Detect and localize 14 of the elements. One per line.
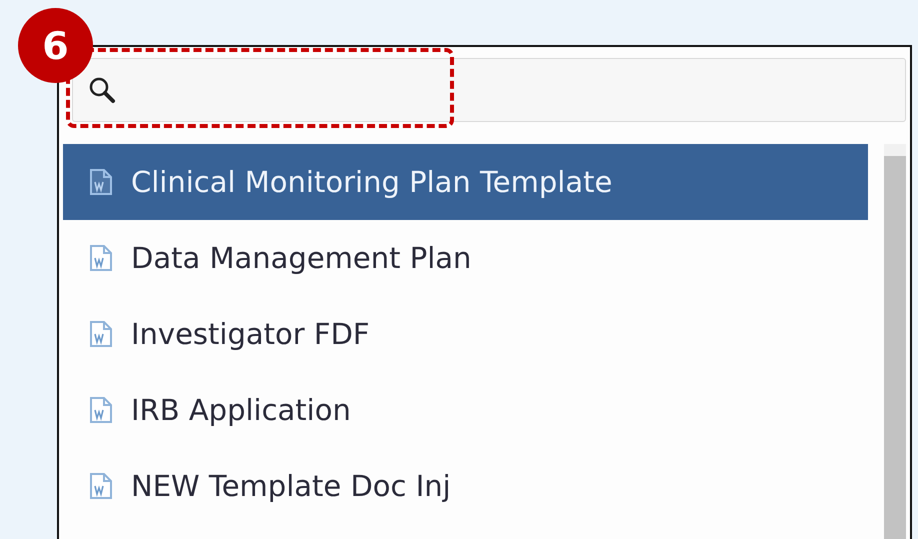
word-document-icon (89, 320, 113, 348)
template-list-item[interactable]: IRB Application (63, 372, 868, 448)
word-document-icon (89, 244, 113, 272)
template-list-item[interactable]: Investigator FDF (63, 296, 868, 372)
word-document-icon (89, 396, 113, 424)
search-field[interactable] (72, 58, 906, 122)
template-list-item[interactable]: Data Management Plan (63, 220, 868, 296)
template-list-item[interactable]: NEW Template Doc Inj (63, 448, 868, 524)
template-list-item[interactable]: Clinical Monitoring Plan Template (63, 144, 868, 220)
step-badge: 6 (18, 8, 93, 83)
word-document-icon (89, 168, 113, 196)
search-icon (87, 75, 117, 105)
word-document-icon (89, 472, 113, 500)
scrollbar[interactable] (884, 144, 906, 539)
